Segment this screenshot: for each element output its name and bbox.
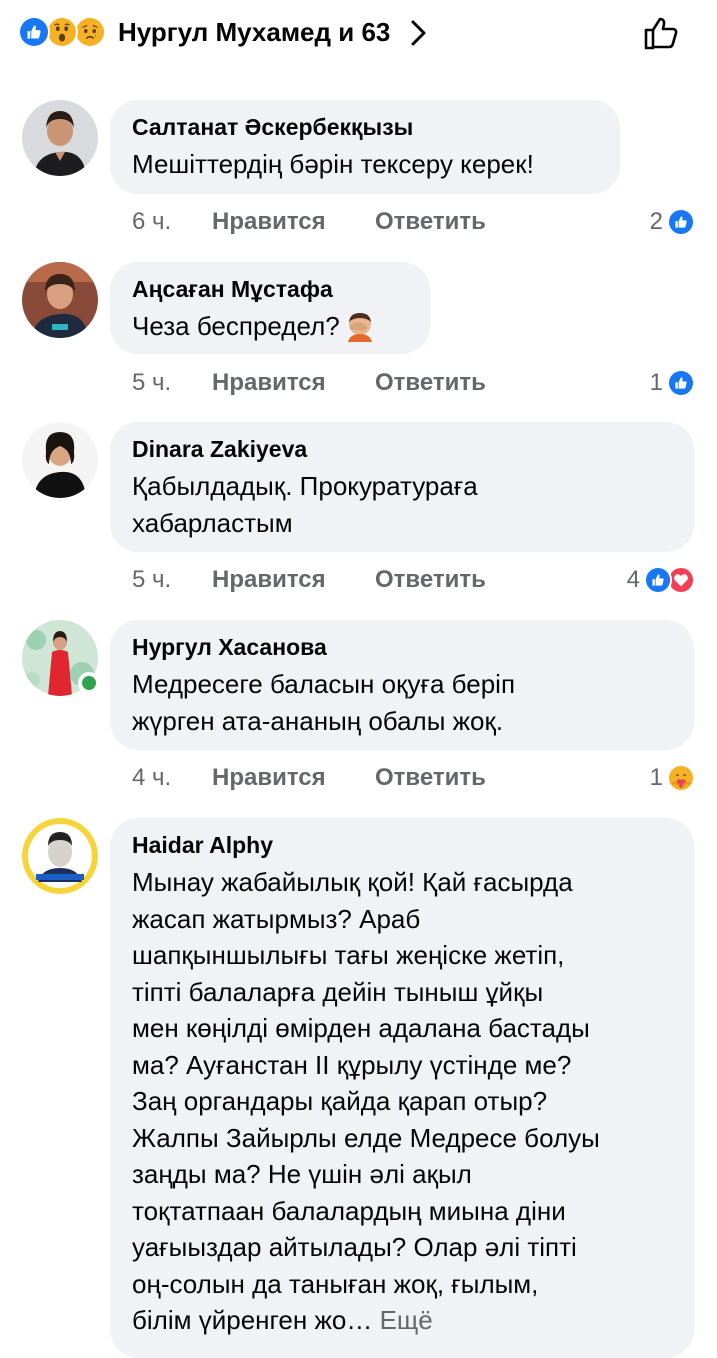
- see-more-link[interactable]: Ещё: [380, 1305, 433, 1335]
- reaction-summary[interactable]: [18, 16, 106, 50]
- thumbs-up-outline-icon[interactable]: [640, 12, 682, 54]
- comment-reaction-count[interactable]: 4: [627, 563, 695, 597]
- reply-button[interactable]: Ответить: [375, 369, 486, 397]
- comment-text: Чеза беспредел?: [132, 311, 340, 341]
- comment-text: Мынау жабайылық қой! Қай ғасырда жасап ж…: [132, 867, 600, 1335]
- comment-reaction-count[interactable]: 1: [650, 761, 695, 795]
- reaction-count: 4: [626, 566, 640, 593]
- facepalm-emoji: [347, 313, 372, 343]
- comment-text: Мешіттердің бәрін тексеру керек!: [132, 149, 534, 179]
- comment-reaction-count[interactable]: 1: [650, 366, 695, 400]
- like-button[interactable]: Нравится: [212, 566, 375, 594]
- comment-actions: 6 ч. Нравится Ответить: [132, 205, 486, 239]
- sad-icon: [74, 16, 106, 48]
- like-icon: [644, 566, 672, 594]
- comment-bubble[interactable]: Haidar Alphy Мынау жабайылық қой! Қай ға…: [110, 818, 694, 1358]
- chevron-right-icon[interactable]: [408, 18, 430, 48]
- comment-text-wrapper: Мынау жабайылық қой! Қай ғасырда жасап ж…: [132, 864, 672, 1339]
- reply-button[interactable]: Ответить: [375, 208, 486, 236]
- comment-bubble[interactable]: Аңсаған Мұстафа Чеза беспредел?: [110, 262, 430, 354]
- comment-text: Медресеге баласын оқуға беріп жүрген ата…: [132, 669, 516, 736]
- reply-button[interactable]: Ответить: [375, 764, 486, 792]
- comment-time[interactable]: 4 ч.: [132, 764, 212, 792]
- comment-bubble[interactable]: Dinara Zakiyeva Қабылдадық. Прокуратурағ…: [110, 422, 694, 552]
- avatar[interactable]: [22, 262, 98, 338]
- comment-time[interactable]: 6 ч.: [132, 208, 212, 236]
- commenter-name[interactable]: Салтанат Әскербекқызы: [132, 112, 598, 142]
- commenter-name[interactable]: Dinara Zakiyeva: [132, 434, 672, 464]
- reaction-count: 2: [649, 208, 663, 235]
- reactors-summary-text[interactable]: Нургул Мухамед и 63: [118, 17, 390, 48]
- reaction-count: 1: [649, 369, 663, 396]
- commenter-name[interactable]: Аңсаған Мұстафа: [132, 274, 408, 304]
- comment-bubble[interactable]: Салтанат Әскербекқызы Мешіттердің бәрін …: [110, 100, 620, 194]
- comment-actions: 4 ч. Нравится Ответить: [132, 761, 486, 795]
- reply-button[interactable]: Ответить: [375, 566, 486, 594]
- like-icon: [667, 369, 695, 397]
- comment-actions: 5 ч. Нравится Ответить: [132, 563, 486, 597]
- like-button[interactable]: Нравится: [212, 764, 375, 792]
- reactions-header[interactable]: Нургул Мухамед и 63: [0, 0, 717, 72]
- reaction-count: 1: [649, 764, 663, 791]
- avatar[interactable]: [22, 818, 98, 894]
- wow-icon: [46, 16, 78, 48]
- comment-time[interactable]: 5 ч.: [132, 566, 212, 594]
- like-icon: [667, 208, 695, 236]
- avatar[interactable]: [22, 100, 98, 176]
- commenter-name[interactable]: Haidar Alphy: [132, 830, 672, 860]
- comment-text-row: Чеза беспредел?: [132, 308, 408, 345]
- commenter-name[interactable]: Нургул Хасанова: [132, 632, 672, 662]
- like-button[interactable]: Нравится: [212, 369, 375, 397]
- like-icon: [18, 16, 50, 48]
- comment-bubble[interactable]: Нургул Хасанова Медресеге баласын оқуға …: [110, 620, 694, 750]
- comment-time[interactable]: 5 ч.: [132, 369, 212, 397]
- comment-text: Қабылдадық. Прокуратураға хабарластым: [132, 471, 478, 538]
- online-status-dot: [78, 672, 100, 694]
- comment-actions: 5 ч. Нравится Ответить: [132, 366, 486, 400]
- care-icon: [667, 764, 695, 792]
- comment-reaction-count[interactable]: 2: [650, 205, 695, 239]
- like-button[interactable]: Нравится: [212, 208, 375, 236]
- avatar[interactable]: [22, 422, 98, 498]
